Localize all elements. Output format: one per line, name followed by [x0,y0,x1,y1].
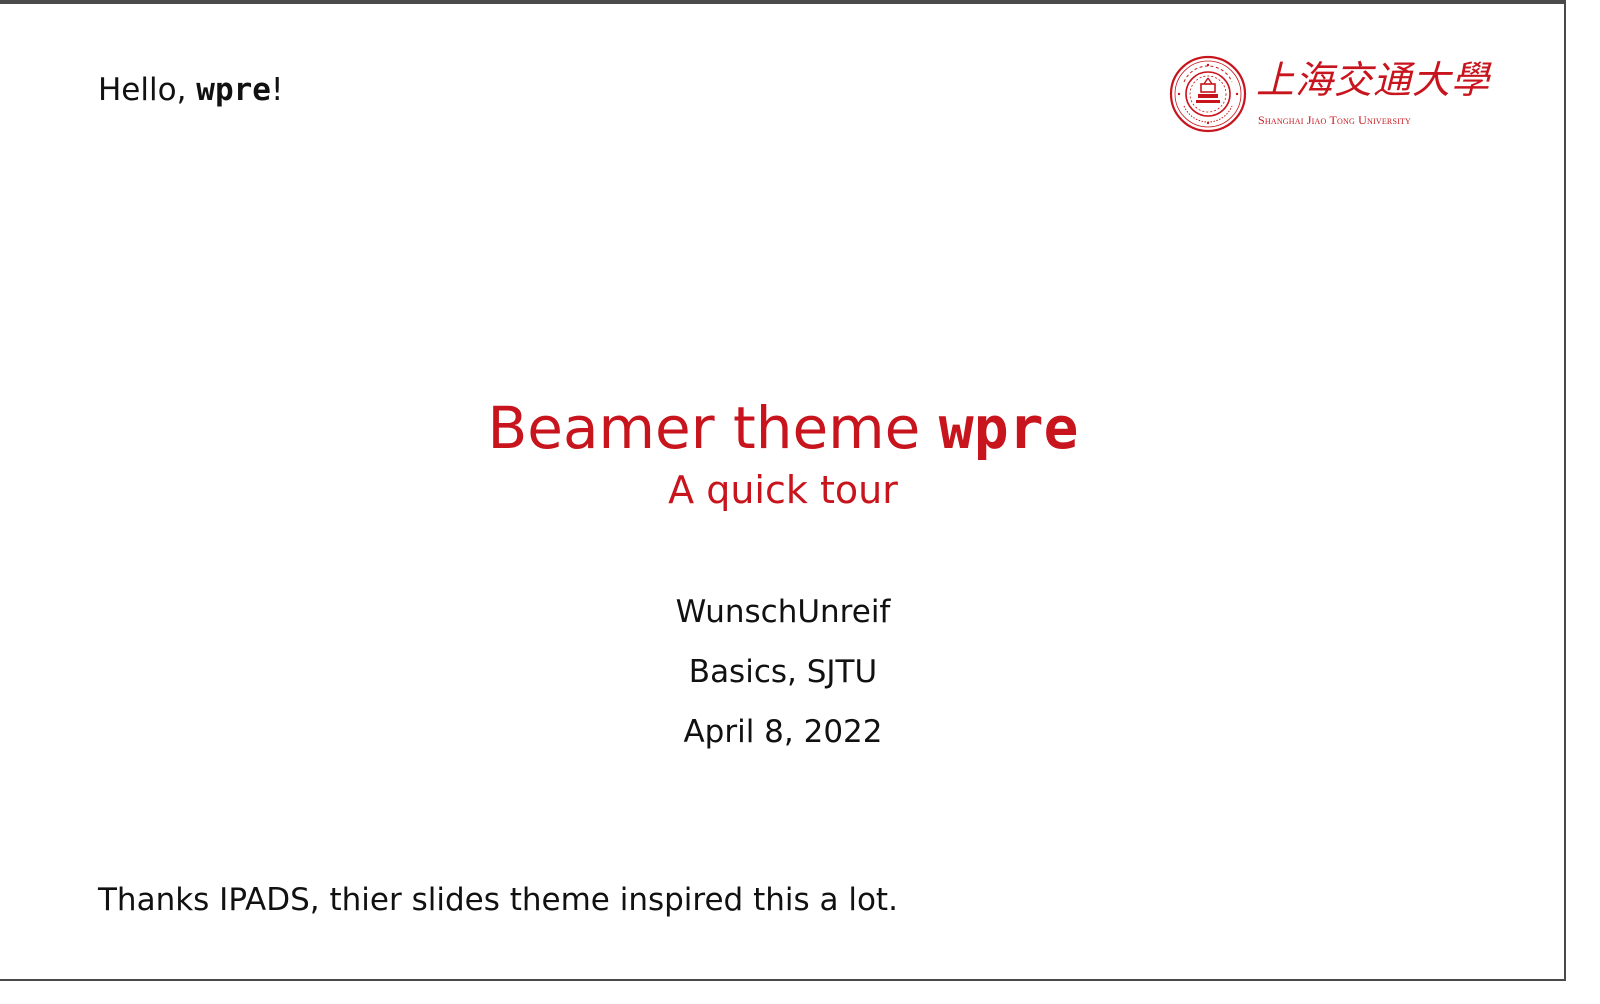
footer-note: Thanks IPADS, thier slides theme inspire… [98,882,898,918]
title-code: wpre [938,394,1079,462]
logo-cn-name: 上海交通大學 [1256,58,1491,102]
author: WunschUnreif [675,594,891,630]
university-logo: 上海交通大學 Shanghai Jiao Tong University [1168,54,1489,136]
logo-en-name: Shanghai Jiao Tong University [1258,113,1412,127]
slide-page: Hello, wpre! 上海交通大學 Shanghai Jiao Tong U… [0,0,1566,981]
title-prefix: Beamer theme [487,394,939,462]
presentation-title: Beamer theme wpre [0,392,1566,464]
sjtu-seal-icon [1169,55,1247,133]
institute: Basics, SJTU [688,654,878,690]
date: April 8, 2022 [683,714,883,750]
presentation-subtitle: A quick tour [668,468,898,512]
greeting-suffix: ! [270,72,284,108]
document-viewer: Hello, wpre! 上海交通大學 Shanghai Jiao Tong U… [0,0,1600,1004]
title-meta: WunschUnreif Basics, SJTU April 8, 2022 [0,592,1566,772]
greeting-prefix: Hello, [98,72,197,108]
frame-greeting: Hello, wpre! [98,70,283,110]
title-block: Beamer theme wpre A quick tour [0,392,1566,514]
greeting-code: wpre [196,72,271,108]
